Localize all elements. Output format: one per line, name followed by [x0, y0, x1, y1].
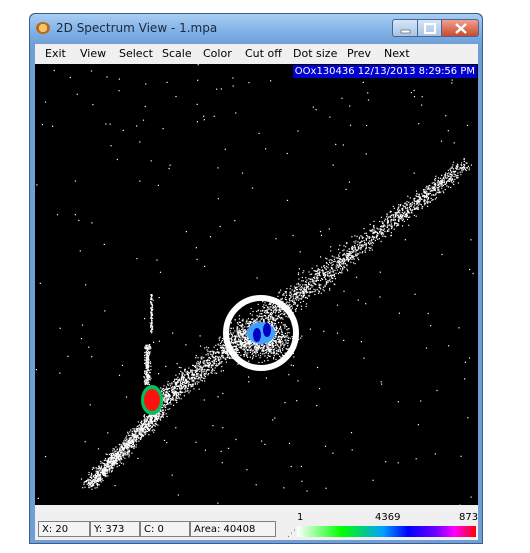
menu-prev[interactable]: Prev — [347, 47, 371, 60]
colorbar — [297, 526, 476, 537]
menu-next[interactable]: Next — [384, 47, 410, 60]
resize-grip-icon[interactable]: ⋰ — [287, 529, 296, 539]
maximize-button[interactable] — [417, 19, 442, 37]
menu-scale[interactable]: Scale — [162, 47, 192, 60]
status-bar: X: 20 Y: 373 C: 0 Area: 40408 ⋰ 1 4369 8… — [35, 505, 478, 540]
menu-cut-off[interactable]: Cut off — [245, 47, 282, 60]
status-area: Area: 40408 — [190, 521, 276, 537]
menu-color[interactable]: Color — [203, 47, 232, 60]
spectrum-plot[interactable]: OOx130436 12/13/2013 8:29:56 PM — [35, 64, 478, 505]
minimize-icon — [400, 29, 411, 34]
window-title: 2D Spectrum View - 1.mpa — [56, 21, 218, 35]
menu-exit[interactable]: Exit — [45, 47, 66, 60]
info-badge: OOx130436 12/13/2013 8:29:56 PM — [292, 65, 477, 78]
menu-select[interactable]: Select — [119, 47, 153, 60]
maximize-icon — [424, 23, 436, 34]
status-c: C: 0 — [140, 521, 190, 537]
colorbar-min-label: 1 — [297, 512, 304, 523]
close-icon — [455, 23, 467, 34]
menu-dot-size[interactable]: Dot size — [293, 47, 337, 60]
scatter-points — [35, 64, 474, 505]
status-y: Y: 373 — [90, 521, 140, 537]
colorbar-max-label: 873 — [459, 512, 479, 523]
close-button[interactable] — [441, 19, 479, 37]
peak-core — [144, 389, 160, 411]
double-peak-right — [263, 323, 271, 337]
status-x: X: 20 — [38, 521, 90, 537]
menu-view[interactable]: View — [80, 47, 106, 60]
spectrum-canvas[interactable] — [35, 64, 478, 505]
spectrum-window: 2D Spectrum View - 1.mpa Exit View Selec… — [29, 13, 483, 544]
double-peak-halo — [247, 322, 275, 344]
double-peak-left — [253, 328, 261, 342]
minimize-button[interactable] — [392, 19, 418, 37]
colorbar-mid-label: 4369 — [375, 512, 401, 523]
app-icon — [36, 22, 50, 34]
title-bar[interactable]: 2D Spectrum View - 1.mpa — [30, 14, 482, 44]
menu-bar: Exit View Select Scale Color Cut off Dot… — [35, 44, 478, 64]
